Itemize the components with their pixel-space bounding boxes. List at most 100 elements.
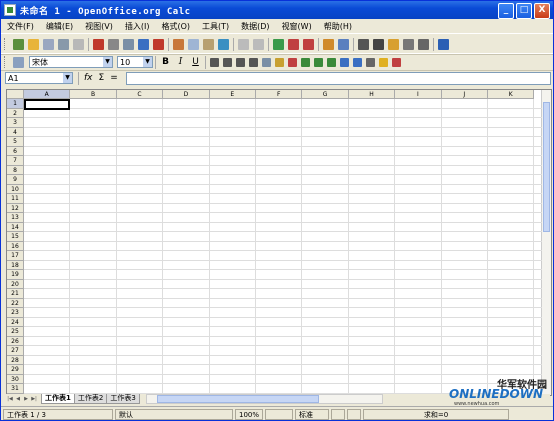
chevron-down-icon[interactable]: ▼ (143, 57, 152, 67)
column-header[interactable]: B (70, 90, 117, 99)
save-icon[interactable] (43, 38, 54, 50)
chevron-down-icon[interactable]: ▼ (103, 57, 112, 67)
underline-button[interactable]: U (190, 57, 201, 68)
align-center-icon[interactable] (223, 57, 232, 67)
align-right-icon[interactable] (236, 57, 245, 67)
hyperlink-icon[interactable] (273, 38, 284, 50)
formula-input[interactable] (126, 72, 551, 85)
row-header[interactable]: 10 (7, 184, 24, 194)
insert-chart-icon[interactable] (323, 38, 334, 50)
page-preview-icon[interactable] (123, 38, 134, 50)
vertical-scroll-thumb[interactable] (543, 102, 550, 232)
row-header[interactable]: 13 (7, 213, 24, 223)
navigator-icon[interactable] (373, 38, 384, 50)
row-header[interactable]: 26 (7, 336, 24, 346)
menu-item[interactable]: 数据(D) (235, 21, 275, 32)
delete-decimal-icon[interactable] (327, 57, 336, 67)
chevron-down-icon[interactable]: ▼ (63, 73, 72, 83)
column-header[interactable]: E (209, 90, 256, 99)
row-header[interactable]: 21 (7, 289, 24, 299)
autospell-icon[interactable] (153, 38, 164, 50)
menu-item[interactable]: 工具(T) (196, 21, 235, 32)
row-header[interactable]: 31 (7, 384, 24, 394)
menu-item[interactable]: 编辑(E) (40, 21, 79, 32)
bold-button[interactable]: B (160, 57, 171, 68)
menu-item[interactable]: 帮助(H) (318, 21, 358, 32)
currency-format-icon[interactable] (275, 57, 284, 67)
status-page-style[interactable]: 默认 (115, 408, 233, 420)
show-draw-functions-icon[interactable] (338, 38, 349, 50)
row-header[interactable]: 22 (7, 298, 24, 308)
decrease-indent-icon[interactable] (340, 57, 349, 67)
toolbar-handle[interactable] (4, 38, 8, 50)
menu-item[interactable]: 视窗(W) (276, 21, 318, 32)
menu-item[interactable]: 插入(I) (119, 21, 156, 32)
background-color-icon[interactable] (379, 57, 388, 67)
column-header[interactable]: H (348, 90, 396, 99)
sort-descending-icon[interactable] (303, 38, 314, 50)
column-header[interactable]: C (116, 90, 164, 99)
horizontal-scroll-thumb[interactable] (156, 395, 319, 403)
datasources-icon[interactable] (403, 38, 414, 50)
minimize-button[interactable]: _ (498, 3, 514, 19)
undo-icon[interactable] (238, 38, 249, 50)
row-header[interactable]: 29 (7, 365, 24, 375)
row-header[interactable]: 16 (7, 241, 24, 251)
status-zoom[interactable]: 100% (235, 408, 263, 420)
sum-button[interactable]: Σ (99, 73, 105, 83)
redo-icon[interactable] (253, 38, 264, 50)
row-header[interactable]: 5 (7, 137, 24, 147)
sheet-tab[interactable]: 工作表2 (73, 394, 108, 404)
italic-button[interactable]: I (175, 57, 186, 68)
maximize-button[interactable]: □ (516, 3, 532, 19)
print-icon[interactable] (108, 38, 119, 50)
gallery-icon[interactable] (388, 38, 399, 50)
standard-format-icon[interactable] (301, 57, 310, 67)
column-header[interactable]: G (302, 90, 349, 99)
row-header[interactable]: 17 (7, 251, 24, 261)
percent-format-icon[interactable] (288, 57, 297, 67)
row-header[interactable]: 11 (7, 194, 24, 204)
row-header[interactable]: 9 (7, 175, 24, 185)
column-header[interactable]: A (24, 90, 71, 99)
row-header[interactable]: 12 (7, 203, 24, 213)
open-folder-icon[interactable] (28, 38, 39, 50)
email-icon[interactable] (58, 38, 69, 50)
row-header[interactable]: 8 (7, 165, 24, 175)
cut-icon[interactable] (173, 38, 184, 50)
name-box[interactable]: A1 ▼ (5, 72, 73, 84)
row-header[interactable]: 23 (7, 308, 24, 318)
first-sheet-icon[interactable]: |◀ (7, 396, 13, 402)
export-pdf-icon[interactable] (93, 38, 104, 50)
justify-icon[interactable] (249, 57, 258, 67)
row-header[interactable]: 4 (7, 127, 24, 137)
row-header[interactable]: 2 (7, 108, 24, 118)
column-header[interactable]: J (441, 90, 488, 99)
find-icon[interactable] (358, 38, 369, 50)
close-button[interactable]: X (534, 3, 550, 19)
menu-item[interactable]: 格式(O) (155, 21, 196, 32)
help-icon[interactable] (438, 38, 449, 50)
row-header[interactable]: 6 (7, 146, 24, 156)
row-header[interactable]: 20 (7, 279, 24, 289)
font-color-icon[interactable] (392, 57, 401, 67)
row-header[interactable]: 28 (7, 355, 24, 365)
sheet-tab[interactable]: 工作表3 (106, 394, 140, 404)
active-cell[interactable] (24, 99, 71, 110)
new-document-icon[interactable] (13, 38, 24, 50)
column-header[interactable]: F (256, 90, 303, 99)
status-mode[interactable]: 标准 (295, 408, 329, 420)
function-button[interactable]: = (110, 73, 118, 83)
increase-indent-icon[interactable] (353, 57, 362, 67)
sheet-tab[interactable]: 工作表1 (41, 394, 75, 404)
column-header[interactable]: I (395, 90, 442, 99)
menu-item[interactable]: 文件(F) (1, 21, 40, 32)
row-header[interactable]: 25 (7, 327, 24, 337)
row-header[interactable]: 3 (7, 118, 24, 128)
prev-sheet-icon[interactable]: ◀ (15, 396, 21, 402)
toolbar-handle[interactable] (4, 56, 8, 68)
spreadsheet-grid[interactable]: A B C D E F G H I J K 1 2 3 4 5 6 7 8 9 10 11 12 13 14 15 16 17 18 19… (6, 89, 552, 396)
row-header[interactable]: 18 (7, 260, 24, 270)
row-header[interactable]: 14 (7, 222, 24, 232)
vertical-scrollbar[interactable] (541, 90, 551, 395)
